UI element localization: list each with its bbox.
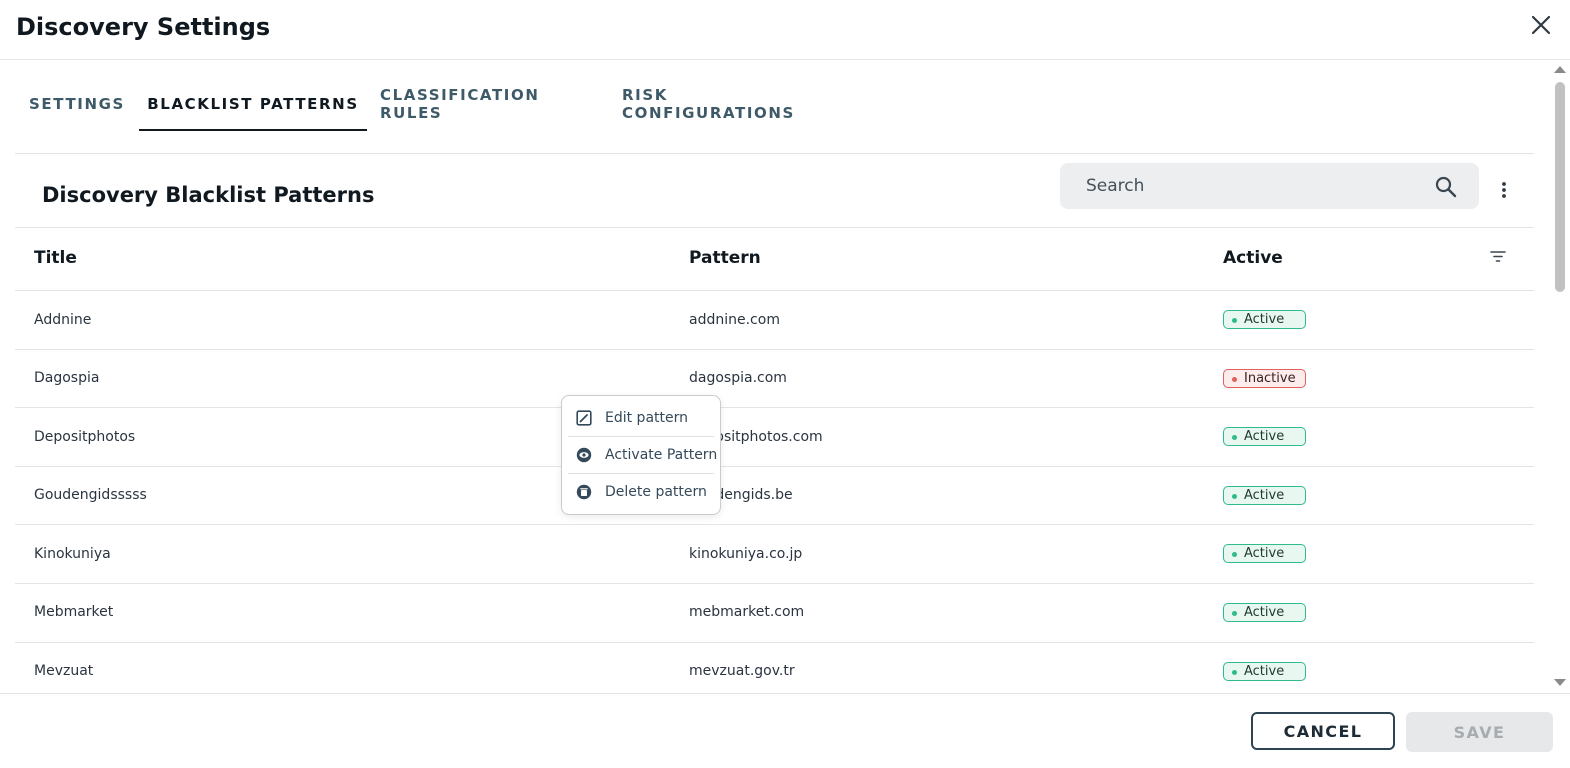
close-icon[interactable] <box>1528 12 1554 38</box>
status-label: Active <box>1244 546 1285 562</box>
tab-risk-configurations[interactable]: RISK CONFIGURATIONS <box>622 78 832 130</box>
trash-icon <box>576 484 592 500</box>
scroll-up-arrow-icon[interactable] <box>1554 66 1566 73</box>
cell-pattern: addnine.com <box>689 311 780 328</box>
status-label: Active <box>1244 487 1285 503</box>
tab-settings[interactable]: SETTINGS <box>23 78 131 130</box>
dialog-header: Discovery Settings <box>0 0 1570 60</box>
menu-item-edit-pattern[interactable]: Edit pattern <box>562 400 720 436</box>
table-row[interactable]: Kinokuniya kinokuniya.co.jp Active <box>15 525 1534 584</box>
search-box <box>1060 163 1479 209</box>
vertical-scrollbar[interactable] <box>1550 62 1570 692</box>
menu-item-activate-pattern[interactable]: Activate Pattern <box>562 437 720 473</box>
table-header: Title Pattern Active <box>15 227 1534 291</box>
tab-blacklist-patterns[interactable]: BLACKLIST PATTERNS <box>139 78 367 131</box>
cancel-button[interactable]: CANCEL <box>1251 712 1395 750</box>
search-input[interactable] <box>1086 163 1426 209</box>
cell-pattern: mebmarket.com <box>689 604 805 621</box>
menu-item-label: Activate Pattern <box>605 447 718 463</box>
status-badge: Active <box>1223 661 1306 681</box>
status-dot-icon <box>1232 610 1237 616</box>
cell-title: Kinokuniya <box>34 545 111 562</box>
status-label: Active <box>1244 604 1285 620</box>
tab-bar: SETTINGS BLACKLIST PATTERNS CLASSIFICATI… <box>15 78 1534 131</box>
cell-title: Mevzuat <box>34 663 94 680</box>
column-header-active[interactable]: Active <box>1223 248 1283 268</box>
cell-title: Dagospia <box>34 370 100 387</box>
status-badge: Active <box>1223 427 1306 447</box>
table-row[interactable]: Addnine addnine.com Active <box>15 291 1534 350</box>
cell-title: Depositphotos <box>34 428 136 445</box>
cell-pattern: kinokuniya.co.jp <box>689 545 803 562</box>
status-badge: Active <box>1223 485 1306 505</box>
status-dot-icon <box>1232 318 1237 323</box>
dialog-title: Discovery Settings <box>16 13 271 41</box>
tab-classification-rules[interactable]: CLASSIFICATION RULES <box>380 78 595 130</box>
status-dot-icon <box>1232 376 1237 382</box>
status-label: Active <box>1244 312 1285 327</box>
search-icon[interactable] <box>1434 175 1458 199</box>
section-title: Discovery Blacklist Patterns <box>42 183 375 207</box>
table-row[interactable]: Mevzuat mevzuat.gov.tr Active <box>15 643 1534 701</box>
cell-title: Mebmarket <box>34 604 114 621</box>
cell-title: Addnine <box>34 311 92 328</box>
status-badge: Active <box>1223 544 1306 564</box>
status-dot-icon <box>1232 669 1237 675</box>
save-button[interactable]: SAVE <box>1406 712 1553 752</box>
edit-icon <box>576 410 592 426</box>
table-row[interactable]: Mebmarket mebmarket.com Active <box>15 584 1534 643</box>
status-badge: Active <box>1223 310 1306 329</box>
status-label: Inactive <box>1244 370 1296 386</box>
row-context-menu: Edit pattern Activate Pattern Delete pat… <box>561 395 721 515</box>
more-vertical-icon[interactable] <box>1494 178 1514 202</box>
status-dot-icon <box>1232 435 1237 441</box>
cell-title: Goudengidsssss <box>34 487 147 504</box>
status-badge: Active <box>1223 602 1306 622</box>
menu-item-label: Delete pattern <box>605 484 707 500</box>
filter-icon[interactable] <box>1489 248 1507 266</box>
scroll-down-arrow-icon[interactable] <box>1554 679 1566 686</box>
menu-item-label: Edit pattern <box>605 410 689 426</box>
tabs-divider <box>15 153 1534 154</box>
status-dot-icon <box>1232 552 1237 558</box>
table-row[interactable]: Dagospia dagospia.com Inactive <box>15 350 1534 409</box>
table-row[interactable]: Depositphotos depositphotos.com Active <box>15 408 1534 467</box>
table-row[interactable]: Goudengidsssss goudengids.be Active <box>15 467 1534 526</box>
status-label: Active <box>1244 429 1285 445</box>
status-badge: Inactive <box>1223 368 1306 388</box>
cell-pattern: mevzuat.gov.tr <box>689 663 795 680</box>
eye-icon <box>576 447 592 463</box>
dialog-footer: CANCEL SAVE <box>0 693 1570 768</box>
column-header-title[interactable]: Title <box>34 248 77 268</box>
status-label: Active <box>1244 663 1285 679</box>
scrollbar-thumb[interactable] <box>1555 82 1565 292</box>
column-header-pattern[interactable]: Pattern <box>689 248 761 268</box>
patterns-table: Title Pattern Active Addnine addnine.com… <box>15 227 1534 700</box>
menu-item-delete-pattern[interactable]: Delete pattern <box>562 474 720 510</box>
status-dot-icon <box>1232 493 1237 499</box>
